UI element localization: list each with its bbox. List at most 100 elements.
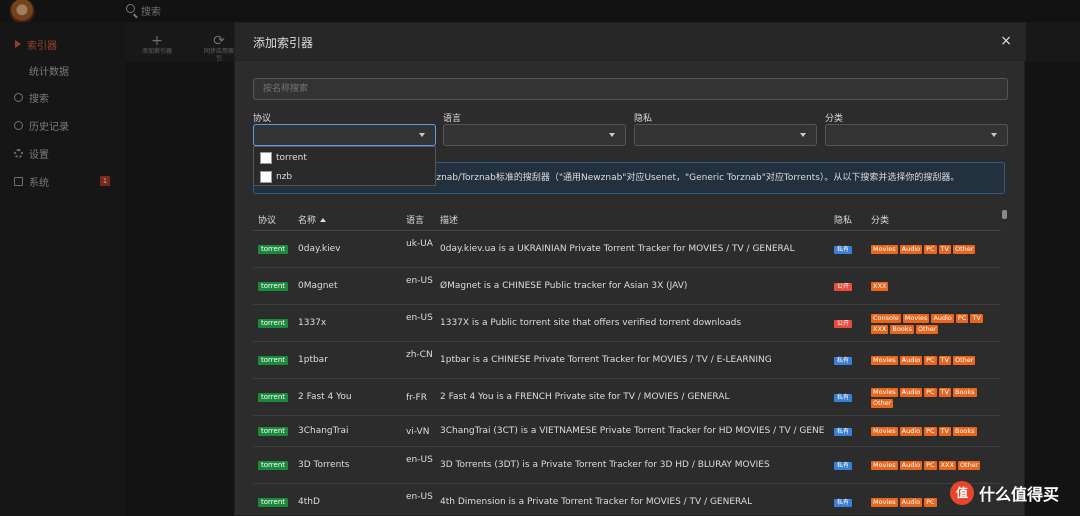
watermark-logo: 值 <box>950 481 974 505</box>
column-header-privacy[interactable]: 隐私 <box>834 213 852 226</box>
indexer-name[interactable]: 2 Fast 4 You <box>298 392 352 402</box>
category-tags: Movies Audio PC XXX Other <box>871 460 1001 470</box>
protocol-badge: torrent <box>258 281 288 291</box>
category-tag: Movies <box>902 313 930 323</box>
indexer-name[interactable]: 4thD <box>298 497 320 507</box>
category-tag: PC <box>924 387 937 397</box>
column-header-language[interactable]: 语言 <box>406 213 424 226</box>
category-tag: Movies <box>871 355 898 365</box>
chevron-down-icon <box>991 133 997 137</box>
indexer-search-input[interactable] <box>253 78 1008 100</box>
indexer-language: en-US <box>406 312 433 323</box>
table-row[interactable]: torrent 3D Torrents en-US 3D Torrents (3DT)… <box>253 447 1001 484</box>
privacy-badge: 私有 <box>834 427 853 436</box>
category-tag: PC <box>955 313 969 323</box>
column-header-description[interactable]: 描述 <box>440 213 458 226</box>
category-tag: Console <box>871 313 901 323</box>
category-tag: PC <box>924 497 937 507</box>
indexer-name[interactable]: 1337x <box>298 318 326 328</box>
category-tag: TV <box>938 355 951 365</box>
chevron-down-icon <box>609 133 615 137</box>
close-icon[interactable]: × <box>1000 33 1012 49</box>
protocol-select[interactable] <box>253 124 436 146</box>
column-header-protocol[interactable]: 协议 <box>258 213 276 226</box>
table-row[interactable]: torrent 3ChangTrai vi-VN 3ChangTrai (3CT) i… <box>253 416 1001 447</box>
indexer-name[interactable]: 0day.kiev <box>298 244 340 254</box>
privacy-badge: 私有 <box>834 245 853 254</box>
protocol-badge: torrent <box>258 318 288 328</box>
privacy-badge: 私有 <box>834 461 853 470</box>
indexer-name[interactable]: 1ptbar <box>298 355 328 365</box>
category-tag: Movies <box>871 460 898 470</box>
column-label: 名称 <box>298 216 317 226</box>
indexer-description: 2 Fast 4 You is a FRENCH Private site fo… <box>440 391 730 402</box>
filter-label-protocol: 协议 <box>253 114 272 124</box>
column-header-categories[interactable]: 分类 <box>871 213 889 226</box>
category-tag: Books <box>890 324 914 334</box>
category-tag: Movies <box>871 244 898 254</box>
category-tag: Other <box>871 398 894 408</box>
category-tag: TV <box>938 244 951 254</box>
filter-label-language: 语言 <box>443 114 462 124</box>
category-tag: Other <box>957 460 981 470</box>
category-tags: Console Movies Audio PC TV XXX Books Other <box>871 313 1001 334</box>
info-text: wznab/Torznab标准的搜刮器（"通用Newznab"对应Usenet，… <box>429 173 960 183</box>
option-nzb[interactable]: nzb <box>260 170 292 184</box>
category-tags: Movies Audio PC TV Books <box>871 426 1001 436</box>
table-row[interactable]: torrent 1ptbar zh-CN 1ptbar is a CHINESE Pr… <box>253 342 1001 379</box>
indexer-language: fr-FR <box>406 392 427 403</box>
protocol-badge: torrent <box>258 426 288 436</box>
indexer-description: 3ChangTrai (3CT) is a VIETNAMESE Private… <box>440 425 825 436</box>
category-tag: Audio <box>899 426 923 436</box>
checkbox[interactable] <box>260 152 272 164</box>
privacy-badge: 公开 <box>834 319 853 328</box>
category-tag: TV <box>938 387 951 397</box>
category-tags: Movies Audio PC TV Books Other <box>871 387 1001 408</box>
filter-label-category: 分类 <box>825 114 844 124</box>
category-tag: Audio <box>899 497 923 507</box>
protocol-badge: torrent <box>258 244 288 254</box>
category-tag: Movies <box>871 426 898 436</box>
checkbox[interactable] <box>260 171 272 183</box>
category-tags: Movies Audio PC TV Other <box>871 355 1001 365</box>
indexer-description: 1337X is a Public torrent site that offe… <box>440 317 742 328</box>
table-row[interactable]: torrent 2 Fast 4 You fr-FR 2 Fast 4 You is … <box>253 379 1001 416</box>
indexer-name[interactable]: 3D Torrents <box>298 460 350 470</box>
category-tags: Movies Audio PC TV Other <box>871 244 1001 254</box>
category-tag: PC <box>924 426 937 436</box>
language-select[interactable] <box>443 124 626 146</box>
indexer-description: 3D Torrents (3DT) is a Private Torrent T… <box>440 459 770 470</box>
indexer-description: 0day.kiev.ua is a UKRAINIAN Private Torr… <box>440 243 795 254</box>
privacy-select[interactable] <box>634 124 817 146</box>
table-row[interactable]: torrent 0day.kiev uk-UA 0day.kiev.ua is a U… <box>253 231 1001 268</box>
category-tag: Books <box>953 426 977 436</box>
table-row[interactable]: torrent 4thD en-US 4th Dimension is a Priva… <box>253 484 1001 516</box>
indexer-name[interactable]: 3ChangTrai <box>298 426 349 436</box>
category-tag: PC <box>924 460 937 470</box>
indexer-language: en-US <box>406 491 433 502</box>
privacy-badge: 私有 <box>834 498 853 507</box>
category-tag: Movies <box>871 497 898 507</box>
column-header-name[interactable]: 名称 <box>298 213 327 226</box>
option-torrent[interactable]: torrent <box>260 151 307 165</box>
category-tag: Other <box>915 324 939 334</box>
protocol-dropdown: torrent nzb <box>253 146 436 186</box>
indexer-language: en-US <box>406 454 433 465</box>
category-tag: Other <box>953 355 976 365</box>
watermark: 值 什么值得买 <box>950 481 1059 505</box>
table-row[interactable]: torrent 1337x en-US 1337X is a Public torre… <box>253 305 1001 342</box>
chevron-down-icon <box>800 133 806 137</box>
add-indexer-modal: 添加索引器 × 协议 语言 隐私 分类 wznab/Torznab标准的搜刮器（… <box>234 22 1026 516</box>
category-select[interactable] <box>825 124 1008 146</box>
scrollbar-thumb[interactable] <box>1002 210 1007 219</box>
indexer-description: ØMagnet is a CHINESE Public tracker for … <box>440 280 688 291</box>
category-tag: Other <box>953 244 976 254</box>
indexer-name[interactable]: 0Magnet <box>298 281 338 291</box>
table-row[interactable]: torrent 0Magnet en-US ØMagnet is a CHINESE … <box>253 268 1001 305</box>
category-tag: Audio <box>899 244 923 254</box>
category-tag: Audio <box>899 387 923 397</box>
category-tag: Books <box>953 387 977 397</box>
category-tag: PC <box>924 244 937 254</box>
indexer-description: 1ptbar is a CHINESE Private Torrent Trac… <box>440 354 772 365</box>
option-label: torrent <box>276 153 307 163</box>
